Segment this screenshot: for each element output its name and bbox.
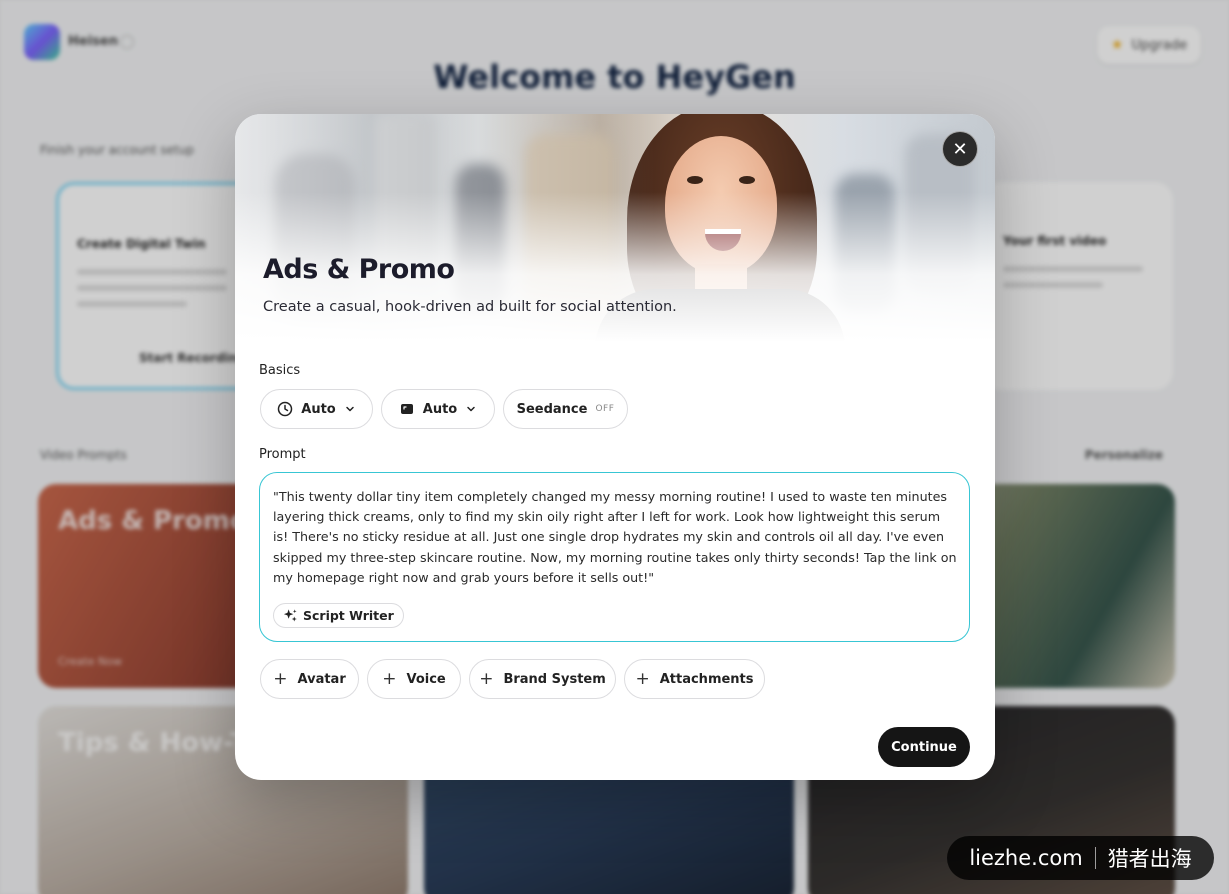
add-avatar-label: Avatar	[297, 671, 346, 687]
script-writer-label: Script Writer	[303, 608, 394, 623]
plus-icon: +	[635, 669, 650, 689]
create-video-modal: Ads & Promo Create a casual, hook-driven…	[235, 114, 995, 780]
aspect-ratio-value: Auto	[422, 401, 458, 417]
watermark-site: liezhe.com	[969, 846, 1083, 870]
modal-subtitle: Create a casual, hook-driven ad built fo…	[263, 299, 677, 315]
plus-icon: +	[382, 669, 397, 689]
hero-banner: Ads & Promo Create a casual, hook-driven…	[235, 114, 995, 342]
watermark-brand: 猎者出海	[1107, 847, 1192, 871]
add-avatar-button[interactable]: + Avatar	[260, 659, 359, 699]
seedance-label: Seedance	[516, 401, 588, 417]
add-attachments-button[interactable]: + Attachments	[624, 659, 765, 699]
add-brand-system-label: Brand System	[503, 671, 606, 687]
duration-value: Auto	[301, 401, 336, 417]
add-attachments-label: Attachments	[659, 671, 754, 687]
sparkle-icon	[283, 609, 297, 622]
prompt-input[interactable]: "This twenty dollar tiny item completely…	[259, 472, 970, 642]
basics-label: Basics	[259, 363, 301, 378]
plus-icon: +	[273, 669, 288, 689]
prompt-label: Prompt	[259, 447, 306, 462]
aspect-ratio-icon	[400, 404, 413, 414]
chevron-down-icon	[345, 406, 354, 412]
plus-icon: +	[479, 669, 494, 689]
clock-icon	[278, 401, 293, 417]
close-button[interactable]: ✕	[942, 131, 978, 167]
continue-button[interactable]: Continue	[878, 727, 970, 767]
close-icon: ✕	[952, 138, 968, 160]
chevron-down-icon	[467, 406, 475, 412]
watermark: liezhe.com 猎者出海	[947, 836, 1214, 880]
duration-select[interactable]: Auto	[260, 389, 373, 429]
script-writer-button[interactable]: Script Writer	[273, 603, 404, 628]
seedance-toggle[interactable]: Seedance OFF	[503, 389, 628, 429]
modal-title: Ads & Promo	[263, 254, 455, 285]
prompt-text[interactable]: "This twenty dollar tiny item completely…	[273, 487, 959, 588]
seedance-status-badge: OFF	[595, 404, 615, 414]
aspect-ratio-select[interactable]: Auto	[381, 389, 495, 429]
add-voice-label: Voice	[406, 671, 446, 687]
add-brand-system-button[interactable]: + Brand System	[469, 659, 616, 699]
add-voice-button[interactable]: + Voice	[367, 659, 461, 699]
